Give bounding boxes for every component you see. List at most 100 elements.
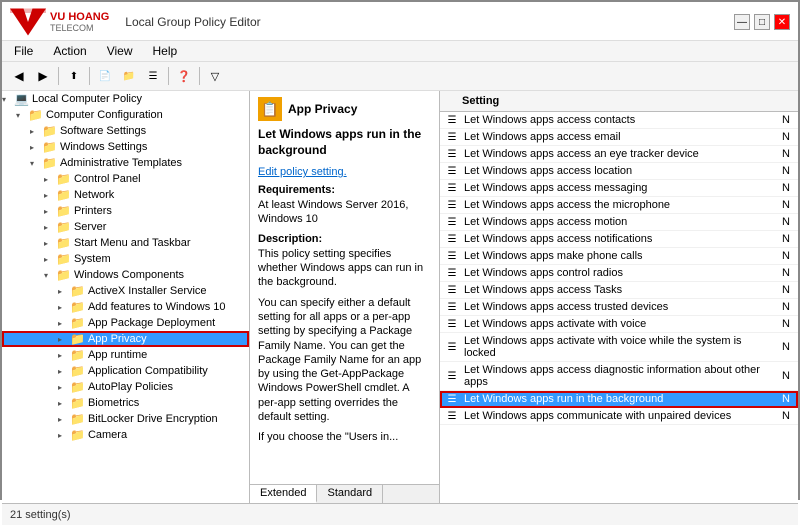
tree-item-server[interactable]: ▸📁Server (2, 219, 249, 235)
up-button[interactable]: ⬆ (63, 65, 85, 87)
tree-item-system[interactable]: ▸📁System (2, 251, 249, 267)
help-button[interactable]: ❓ (173, 65, 195, 87)
settings-row[interactable]: ☰ Let Windows apps access diagnostic inf… (440, 362, 798, 391)
tree-label: AutoPlay Policies (88, 381, 173, 393)
tree-panel[interactable]: ▾💻Local Computer Policy▾📁Computer Config… (2, 91, 250, 503)
bottom-tabs: Extended Standard (250, 484, 439, 503)
tree-item-printers[interactable]: ▸📁Printers (2, 203, 249, 219)
tree-label: BitLocker Drive Encryption (88, 413, 218, 425)
menu-help[interactable]: Help (149, 43, 182, 59)
tree-item-app-package[interactable]: ▸📁App Package Deployment (2, 315, 249, 331)
tree-item-software-settings[interactable]: ▸📁Software Settings (2, 123, 249, 139)
tree-item-autoplay[interactable]: ▸📁AutoPlay Policies (2, 379, 249, 395)
setting-text: Let Windows apps activate with voice whi… (460, 333, 778, 361)
menu-bar: File Action View Help (2, 41, 798, 62)
forward-button[interactable]: ▶ (32, 65, 54, 87)
tree-label: Biometrics (88, 397, 139, 409)
folder-icon: 📁 (42, 124, 57, 138)
tree-item-bitlocker[interactable]: ▸📁BitLocker Drive Encryption (2, 411, 249, 427)
folder-icon: 📁 (56, 188, 71, 202)
tree-item-computer-config[interactable]: ▾📁Computer Configuration (2, 107, 249, 123)
settings-row[interactable]: ☰ Let Windows apps access location N (440, 163, 798, 180)
setting-text: Let Windows apps access an eye tracker d… (460, 146, 778, 162)
settings-row[interactable]: ☰ Let Windows apps activate with voice w… (440, 333, 798, 362)
setting-icon: ☰ (440, 285, 460, 296)
folder-icon: 📁 (70, 364, 85, 378)
settings-row[interactable]: ☰ Let Windows apps activate with voice N (440, 316, 798, 333)
setting-value: N (778, 393, 798, 405)
edit-link[interactable]: Edit policy setting. (258, 166, 347, 178)
tree-label: Start Menu and Taskbar (74, 237, 191, 249)
tree-toggle: ▸ (30, 143, 42, 152)
setting-text: Let Windows apps access messaging (460, 180, 778, 196)
tree-toggle: ▸ (44, 191, 56, 200)
requirements-text: At least Windows Server 2016, Windows 10 (258, 198, 431, 227)
setting-icon: ☰ (440, 371, 460, 382)
extra-text: You can specify either a default setting… (258, 296, 431, 425)
settings-row[interactable]: ☰ Let Windows apps access notifications … (440, 231, 798, 248)
setting-value: N (778, 370, 798, 382)
tree-toggle: ▸ (44, 223, 56, 232)
minimize-button[interactable]: — (734, 14, 750, 30)
tree-toggle: ▸ (44, 239, 56, 248)
tab-extended[interactable]: Extended (250, 485, 317, 503)
settings-row[interactable]: ☰ Let Windows apps control radios N (440, 265, 798, 282)
setting-value: N (778, 216, 798, 228)
tree-item-app-runtime[interactable]: ▸📁App runtime (2, 347, 249, 363)
title-bar: VU HOANG TELECOM Local Group Policy Edit… (2, 2, 798, 41)
tree-item-activex[interactable]: ▸📁ActiveX Installer Service (2, 283, 249, 299)
settings-row[interactable]: ☰ Let Windows apps make phone calls N (440, 248, 798, 265)
maximize-button[interactable]: □ (754, 14, 770, 30)
folder-icon: 📁 (70, 348, 85, 362)
menu-action[interactable]: Action (49, 43, 90, 59)
list-button[interactable]: ☰ (142, 65, 164, 87)
middle-panel: 📋 App Privacy Let Windows apps run in th… (250, 91, 440, 503)
setting-icon: ☰ (440, 319, 460, 330)
folder-button[interactable]: 📁 (118, 65, 140, 87)
tree-item-admin-templates[interactable]: ▾📁Administrative Templates (2, 155, 249, 171)
tree-item-app-compat[interactable]: ▸📁Application Compatibility (2, 363, 249, 379)
settings-row[interactable]: ☰ Let Windows apps communicate with unpa… (440, 408, 798, 425)
folder-icon: 📁 (70, 300, 85, 314)
setting-value: N (778, 165, 798, 177)
tree-item-control-panel[interactable]: ▸📁Control Panel (2, 171, 249, 187)
tree-item-biometrics[interactable]: ▸📁Biometrics (2, 395, 249, 411)
filter-button[interactable]: ▽ (204, 65, 226, 87)
settings-row[interactable]: ☰ Let Windows apps access the microphone… (440, 197, 798, 214)
tree-item-windows-settings[interactable]: ▸📁Windows Settings (2, 139, 249, 155)
settings-row[interactable]: ☰ Let Windows apps access trusted device… (440, 299, 798, 316)
menu-view[interactable]: View (103, 43, 137, 59)
tree-item-app-privacy[interactable]: ▸📁App Privacy (2, 331, 249, 347)
tree-toggle: ▸ (30, 127, 42, 136)
settings-row[interactable]: ☰ Let Windows apps access messaging N (440, 180, 798, 197)
settings-row[interactable]: ☰ Let Windows apps access Tasks N (440, 282, 798, 299)
tree-item-add-features[interactable]: ▸📁Add features to Windows 10 (2, 299, 249, 315)
extra-text-2: If you choose the "Users in... (258, 430, 431, 444)
panel-icon: 📋 (258, 97, 282, 121)
setting-icon: ☰ (440, 234, 460, 245)
window-controls[interactable]: — □ ✕ (734, 14, 790, 30)
settings-row[interactable]: ☰ Let Windows apps access an eye tracker… (440, 146, 798, 163)
settings-row[interactable]: ☰ Let Windows apps access email N (440, 129, 798, 146)
tree-item-windows-components[interactable]: ▾📁Windows Components (2, 267, 249, 283)
tab-standard[interactable]: Standard (317, 485, 383, 503)
tree-item-local-computer-policy[interactable]: ▾💻Local Computer Policy (2, 91, 249, 107)
setting-icon: ☰ (440, 302, 460, 313)
menu-file[interactable]: File (10, 43, 37, 59)
tree-toggle: ▸ (44, 255, 56, 264)
tree-item-camera[interactable]: ▸📁Camera (2, 427, 249, 443)
close-button[interactable]: ✕ (774, 14, 790, 30)
tree-toggle: ▾ (16, 111, 28, 120)
settings-row[interactable]: ☰ Let Windows apps access contacts N (440, 112, 798, 129)
back-button[interactable]: ◀ (8, 65, 30, 87)
settings-row[interactable]: ☰ Let Windows apps access motion N (440, 214, 798, 231)
tree-item-start-menu[interactable]: ▸📁Start Menu and Taskbar (2, 235, 249, 251)
settings-row[interactable]: ☰ Let Windows apps run in the background… (440, 391, 798, 408)
tree-item-network[interactable]: ▸📁Network (2, 187, 249, 203)
setting-column-header: Setting (440, 93, 778, 109)
toolbar-separator-2 (89, 67, 90, 85)
status-text: 21 setting(s) (10, 509, 71, 521)
show-hide-button[interactable]: 📄 (94, 65, 116, 87)
tree-label: App Privacy (88, 333, 147, 345)
setting-text: Let Windows apps communicate with unpair… (460, 408, 778, 424)
